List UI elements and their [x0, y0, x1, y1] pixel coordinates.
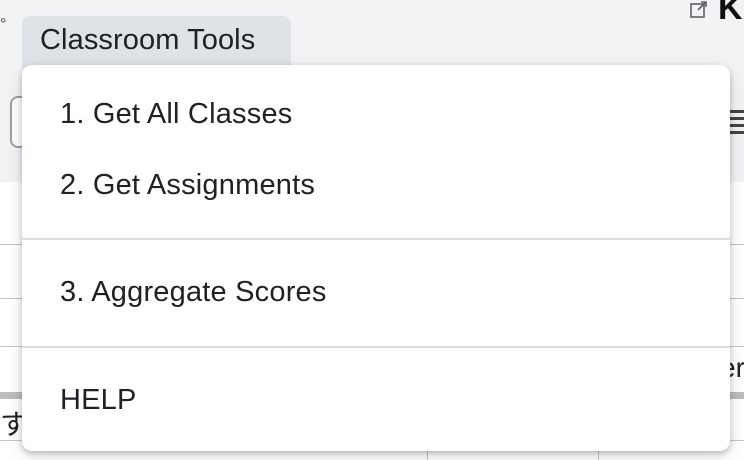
menu-item-label: 2. Get Assignments	[60, 169, 316, 201]
format-lines-icon[interactable]	[730, 108, 744, 138]
open-in-new-icon[interactable]	[686, 0, 712, 20]
app-logo-glyph: K	[718, 0, 743, 27]
menu-item-get-assignments[interactable]: 2. Get Assignments	[22, 155, 730, 215]
menu-bar-glyph: °	[0, 16, 7, 33]
menu-separator	[22, 346, 730, 348]
menu-item-help[interactable]: HELP	[22, 370, 730, 430]
menu-item-label: HELP	[60, 384, 137, 416]
classroom-tools-menu[interactable]: Classroom Tools	[22, 16, 291, 68]
classroom-tools-dropdown: 1. Get All Classes 2. Get Assignments 3.…	[22, 65, 730, 451]
menu-item-label: 1. Get All Classes	[60, 98, 293, 130]
menu-item-get-all-classes[interactable]: 1. Get All Classes	[22, 84, 730, 144]
classroom-tools-menu-label: Classroom Tools	[40, 24, 256, 56]
menu-separator	[22, 238, 730, 240]
menu-item-label: 3. Aggregate Scores	[60, 276, 327, 308]
menu-item-aggregate-scores[interactable]: 3. Aggregate Scores	[22, 262, 730, 322]
